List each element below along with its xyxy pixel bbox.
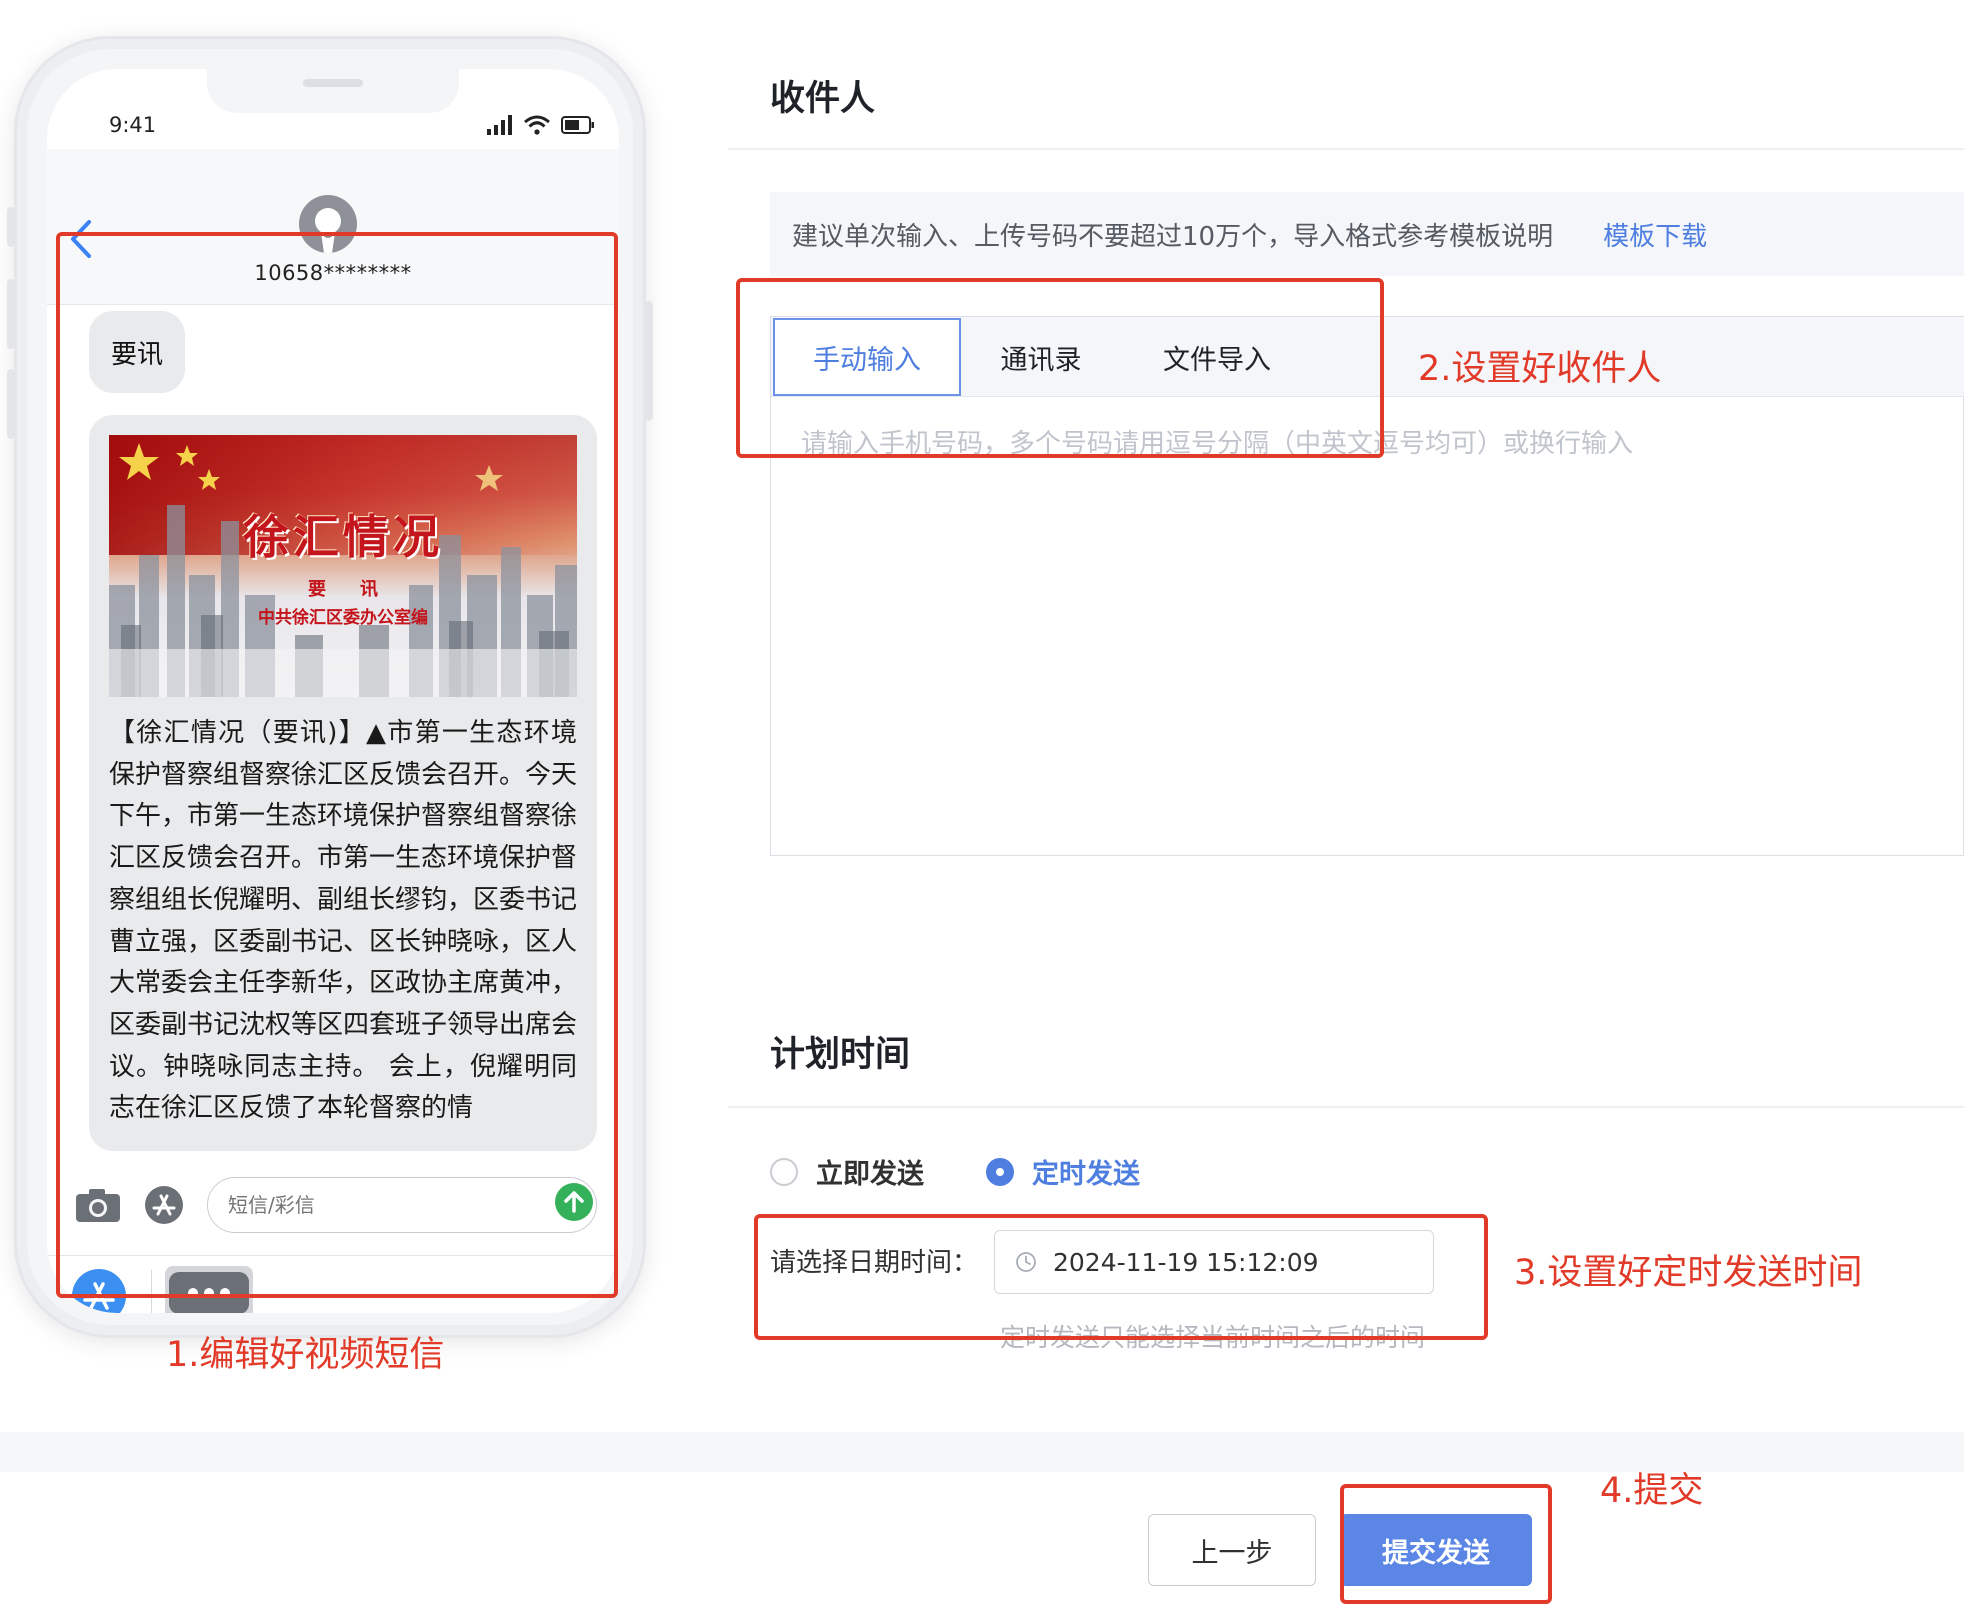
phone-volume-down-button [7,369,15,439]
annotation-step1: 1.编辑好视频短信 [166,1335,445,1375]
status-icons [487,115,595,135]
annotation-step4: 4.提交 [1600,1471,1704,1511]
wifi-icon [524,115,550,135]
radio-circle-icon [770,1157,798,1186]
import-tip-bar: 建议单次输入、上传号码不要超过10万个，导入格式参考模板说明 模板下载 [770,192,1964,276]
template-download-link[interactable]: 模板下载 [1603,216,1707,253]
phone-volume-up-button [7,279,15,349]
radio-scheduled-send[interactable]: 定时发送 [986,1152,1140,1191]
phone-power-button [645,301,653,421]
radio-send-now[interactable]: 立即发送 [770,1152,924,1191]
phone-numbers-textarea[interactable] [771,397,1963,855]
schedule-divider [728,1106,1964,1108]
annotation-step3: 3.设置好定时发送时间 [1514,1253,1863,1293]
signal-icon [487,115,512,135]
speaker [303,79,363,87]
radio-scheduled-send-label: 定时发送 [1032,1159,1140,1190]
radio-send-now-label: 立即发送 [816,1159,924,1190]
battery-icon [561,116,594,134]
annotation-box-datetime [754,1214,1488,1340]
prev-step-button[interactable]: 上一步 [1148,1514,1316,1586]
annotation-box-message [56,232,618,1298]
annotation-step2: 2.设置好收件人 [1418,349,1662,389]
import-tip-text: 建议单次输入、上传号码不要超过10万个，导入格式参考模板说明 [792,221,1554,252]
status-time: 9:41 [109,113,157,137]
radio-checked-icon [986,1157,1014,1186]
phone-side-button [7,207,15,247]
send-mode-radio-group: 立即发送 定时发送 [770,1152,1140,1191]
phone-notch [207,69,459,113]
annotation-box-submit [1340,1484,1552,1604]
recipients-divider [728,148,1964,150]
recipients-title: 收件人 [770,79,876,119]
annotation-box-recipients [736,278,1384,458]
schedule-title: 计划时间 [770,1035,911,1075]
